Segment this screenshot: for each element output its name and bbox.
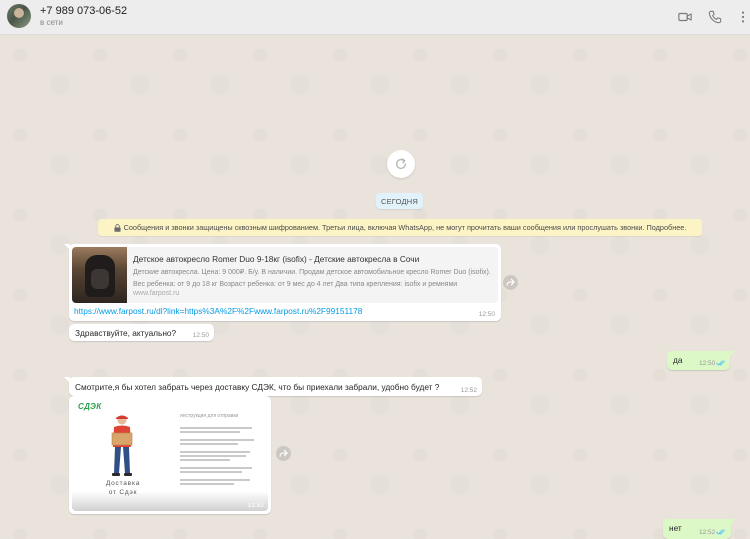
- message-image[interactable]: СДЭК Доставка от Сдэк инструкция для отп…: [69, 396, 271, 514]
- courier-illustration: [111, 415, 133, 476]
- link-preview-card[interactable]: Детское автокресло Romer Duo 9-18кг (iso…: [72, 247, 498, 303]
- date-divider: СЕГОДНЯ: [376, 193, 423, 209]
- refresh-icon: [395, 158, 407, 169]
- link-preview-description: Детские автокресла. Цена: 9 000₽. Б/у. В…: [133, 269, 491, 288]
- forward-icon: [506, 278, 515, 286]
- forward-icon: [279, 449, 288, 457]
- message-incoming[interactable]: Смотрите,я бы хотел забрать через достав…: [64, 377, 482, 396]
- message-time: 12:52: [247, 502, 264, 509]
- car-seat-image: [85, 255, 115, 297]
- image-text-line: [180, 471, 242, 473]
- message-incoming[interactable]: Здравствуйте, актуально? 12:50: [69, 324, 214, 341]
- image-caption-line1: Доставка: [105, 480, 141, 487]
- image-text-line: [180, 443, 238, 445]
- contact-status: в сети: [40, 18, 63, 27]
- encryption-notice-text: Сообщения и звонки защищены сквозным шиф…: [123, 223, 687, 232]
- contact-avatar[interactable]: [7, 4, 31, 28]
- image-text-line: [180, 455, 246, 457]
- video-call-icon[interactable]: [678, 10, 692, 24]
- message-text: Здравствуйте, актуально?: [75, 328, 177, 338]
- image-text-line: [180, 459, 230, 461]
- menu-icon[interactable]: [736, 10, 750, 24]
- message-time: 12:52: [460, 387, 477, 394]
- message-time: 12:50: [478, 311, 495, 318]
- encryption-notice[interactable]: Сообщения и звонки защищены сквозным шиф…: [98, 219, 702, 236]
- message-time: 12:50: [699, 360, 716, 367]
- image-text-line: [180, 467, 252, 469]
- voice-call-icon[interactable]: [708, 10, 722, 24]
- chat-header: +7 989 073-06-52 в сети: [0, 0, 750, 35]
- message-outgoing[interactable]: да 12:50: [667, 351, 735, 370]
- message-time: 12:50: [192, 332, 209, 339]
- message-link[interactable]: https://www.farpost.ru/dl?link=https%3A%…: [74, 306, 362, 316]
- message-time: 12:52: [699, 529, 716, 536]
- cdek-logo: СДЭК: [78, 402, 102, 411]
- message-link-preview[interactable]: Детское автокресло Romer Duo 9-18кг (iso…: [64, 244, 501, 321]
- read-receipt-icon: [716, 360, 725, 366]
- link-preview-domain: www.farpost.ru: [133, 290, 180, 297]
- image-heading: инструкция для отправки: [180, 413, 239, 419]
- image-text-line: [180, 431, 240, 433]
- load-earlier-button[interactable]: [387, 150, 415, 178]
- contact-name[interactable]: +7 989 073-06-52: [40, 5, 127, 17]
- link-preview-title: Детское автокресло Romer Duo 9-18кг (iso…: [133, 254, 420, 264]
- message-text: нет: [669, 523, 682, 533]
- message-text: да: [673, 355, 683, 365]
- message-text: Смотрите,я бы хотел забрать через достав…: [75, 382, 440, 392]
- image-text-line: [180, 483, 234, 485]
- message-outgoing[interactable]: нет 12:52: [663, 519, 736, 539]
- image-text-line: [180, 479, 250, 481]
- link-preview-thumbnail: [72, 247, 127, 303]
- lock-icon: [114, 223, 121, 232]
- image-text-line: [180, 439, 254, 441]
- read-receipt-icon: [716, 529, 725, 535]
- forward-button[interactable]: [276, 446, 291, 461]
- cdek-image[interactable]: СДЭК Доставка от Сдэк инструкция для отп…: [72, 399, 268, 511]
- image-text-line: [180, 427, 252, 429]
- image-text-line: [180, 451, 250, 453]
- image-overlay: [72, 491, 268, 511]
- forward-button[interactable]: [503, 275, 518, 290]
